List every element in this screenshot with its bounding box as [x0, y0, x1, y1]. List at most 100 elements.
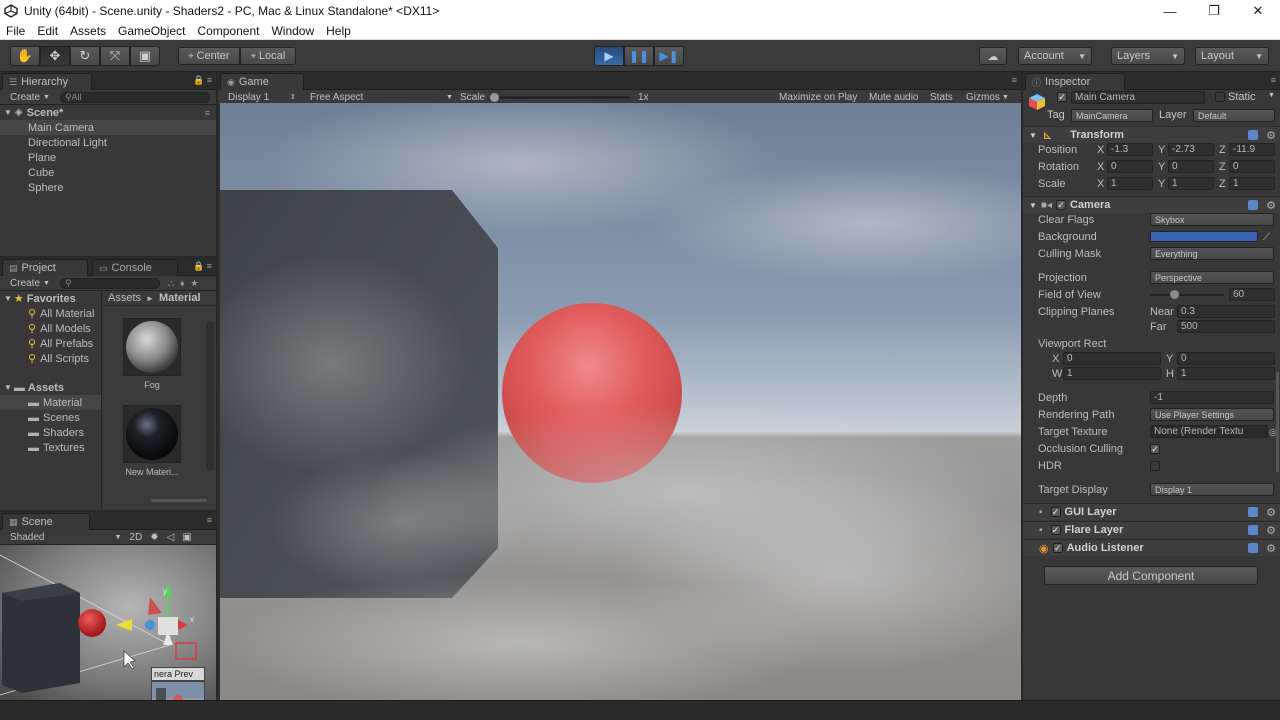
tab-game[interactable]: ◉ Game	[220, 73, 304, 90]
rotation-z-field[interactable]: 0	[1229, 160, 1275, 173]
layer-dropdown[interactable]: Default	[1193, 109, 1275, 122]
thumbnail-size-slider[interactable]	[151, 499, 207, 502]
favorites-header[interactable]: ▼ ★ Favorites	[0, 291, 101, 306]
aspect-dropdown[interactable]: Free Aspect	[310, 92, 363, 103]
hierarchy-item-main-camera[interactable]: Main Camera	[0, 120, 216, 135]
stats-toggle[interactable]: Stats	[930, 92, 953, 103]
menu-file[interactable]: File	[0, 24, 31, 38]
pause-button[interactable]: ❚❚	[624, 46, 654, 66]
tab-project[interactable]: ▤ Project	[2, 259, 88, 276]
help-book-icon[interactable]	[1248, 525, 1258, 535]
gear-icon[interactable]: ⚙	[1266, 199, 1276, 212]
lighting-toggle-icon[interactable]: ✹	[150, 532, 158, 543]
position-y-field[interactable]: -2.73	[1168, 143, 1214, 156]
rotation-x-field[interactable]: 0	[1107, 160, 1153, 173]
move-tool-icon[interactable]: ✥	[40, 46, 70, 66]
display-dropdown[interactable]: Display 1	[228, 92, 269, 103]
gui-layer-checkbox[interactable]: ✓	[1050, 507, 1061, 517]
viewport-y-field[interactable]: 0	[1177, 352, 1275, 365]
viewport-h-field[interactable]: 1	[1177, 367, 1275, 380]
culling-mask-dropdown[interactable]: Everything	[1150, 247, 1274, 260]
hdr-checkbox[interactable]	[1150, 461, 1160, 471]
gameobject-active-checkbox[interactable]: ✓	[1057, 92, 1067, 102]
add-component-button[interactable]: Add Component	[1044, 566, 1258, 585]
tab-inspector[interactable]: ⓘ Inspector	[1025, 73, 1125, 90]
favorite-all-scripts[interactable]: ⚲ All Scripts	[0, 351, 101, 366]
2d-mode-button[interactable]: 2D	[129, 532, 142, 543]
favorite-all-models[interactable]: ⚲ All Models	[0, 321, 101, 336]
project-search-input[interactable]: ⚲	[59, 277, 160, 289]
game-viewport[interactable]	[220, 103, 1021, 700]
scene-viewport[interactable]: y x nera Prev	[0, 545, 216, 700]
position-z-field[interactable]: -11.9	[1229, 143, 1275, 156]
scale-x-field[interactable]: 1	[1107, 177, 1153, 190]
scale-y-field[interactable]: 1	[1168, 177, 1214, 190]
cloud-button[interactable]: ☁	[979, 47, 1007, 65]
audio-listener-component-header[interactable]: ◉ ✓ Audio Listener ⚙	[1023, 539, 1280, 556]
help-book-icon[interactable]	[1248, 200, 1258, 210]
background-color-swatch[interactable]	[1150, 231, 1258, 242]
gui-layer-component-header[interactable]: ▪ ✓ GUI Layer ⚙	[1023, 503, 1280, 520]
layers-dropdown[interactable]: Layers ▼	[1111, 47, 1185, 65]
material-fog-thumbnail[interactable]	[123, 318, 181, 376]
camera-enabled-checkbox[interactable]: ✓	[1055, 200, 1066, 210]
camera-component-header[interactable]: ▼ ■◂ ✓ Camera ⚙	[1023, 196, 1280, 213]
panel-menu-icon[interactable]: ≡	[207, 515, 212, 525]
breadcrumb-assets[interactable]: Assets	[108, 292, 141, 304]
mute-audio-toggle[interactable]: Mute audio	[869, 92, 918, 103]
fov-slider-thumb[interactable]	[1170, 290, 1179, 299]
hierarchy-item-plane[interactable]: Plane	[0, 150, 216, 165]
position-x-field[interactable]: -1.3	[1107, 143, 1153, 156]
effects-toggle-icon[interactable]: ▣	[182, 532, 191, 543]
help-book-icon[interactable]	[1248, 507, 1258, 517]
assets-header[interactable]: ▼ ▬ Assets	[0, 380, 101, 395]
far-clip-field[interactable]: 500	[1177, 320, 1275, 333]
favorite-star-icon[interactable]: ★	[190, 278, 198, 289]
favorite-all-material[interactable]: ⚲ All Material	[0, 306, 101, 321]
project-create-button[interactable]: Create	[10, 278, 40, 289]
scene-root[interactable]: ▼ ◈ Scene* ≡	[0, 105, 216, 120]
tab-hierarchy[interactable]: ☰ Hierarchy	[2, 73, 92, 90]
asset-grid-scrollbar[interactable]	[206, 321, 214, 471]
audio-listener-checkbox[interactable]: ✓	[1052, 543, 1063, 553]
panel-menu-icon[interactable]: ≡	[1012, 75, 1017, 85]
audio-toggle-icon[interactable]: ◁	[167, 532, 175, 543]
menu-assets[interactable]: Assets	[64, 24, 112, 38]
menu-help[interactable]: Help	[320, 24, 357, 38]
near-clip-field[interactable]: 0.3	[1177, 305, 1275, 318]
transform-component-header[interactable]: ▼ ⊾ Transform ⚙	[1023, 126, 1280, 143]
pivot-center-button[interactable]: ⌖ Center	[178, 47, 240, 65]
scale-slider[interactable]	[490, 93, 630, 102]
tag-dropdown[interactable]: MainCamera	[1071, 109, 1153, 122]
hierarchy-create-button[interactable]: Create	[10, 92, 40, 103]
help-book-icon[interactable]	[1248, 543, 1258, 553]
filter-type-icon[interactable]: ⛬	[168, 278, 174, 289]
rendering-path-dropdown[interactable]: Use Player Settings	[1150, 408, 1274, 421]
inspector-scrollbar[interactable]	[1276, 372, 1279, 472]
gear-icon[interactable]: ⚙	[1266, 524, 1276, 537]
tab-scene[interactable]: ▦ Scene	[2, 513, 90, 530]
shading-mode-dropdown[interactable]: Shaded	[10, 532, 44, 543]
static-checkbox[interactable]	[1215, 92, 1225, 102]
menu-gameobject[interactable]: GameObject	[112, 24, 191, 38]
layout-dropdown[interactable]: Layout ▼	[1195, 47, 1269, 65]
pivot-local-button[interactable]: ⌖ Local	[240, 47, 296, 65]
eyedropper-icon[interactable]: ⟋	[1263, 232, 1270, 243]
step-button[interactable]: ▶❚	[654, 46, 684, 66]
scale-z-field[interactable]: 1	[1229, 177, 1275, 190]
hierarchy-item-directional-light[interactable]: Directional Light	[0, 135, 216, 150]
panel-menu-icon[interactable]: ≡	[1271, 75, 1276, 85]
gear-icon[interactable]: ⚙	[1266, 506, 1276, 519]
rotation-y-field[interactable]: 0	[1168, 160, 1214, 173]
hierarchy-item-sphere[interactable]: Sphere	[0, 180, 216, 195]
maximize-button[interactable]: ❐	[1192, 0, 1236, 22]
occlusion-culling-checkbox[interactable]: ✓	[1150, 444, 1160, 454]
scale-tool-icon[interactable]: ⤧	[100, 46, 130, 66]
minimize-button[interactable]: —	[1148, 0, 1192, 22]
folder-textures[interactable]: ▬ Textures	[0, 440, 101, 455]
filter-label-icon[interactable]: ⬧	[180, 278, 184, 289]
fov-slider[interactable]	[1150, 290, 1224, 299]
hierarchy-search-input[interactable]: ⚲ All	[59, 91, 210, 103]
folder-shaders[interactable]: ▬ Shaders	[0, 425, 101, 440]
viewport-x-field[interactable]: 0	[1063, 352, 1161, 365]
